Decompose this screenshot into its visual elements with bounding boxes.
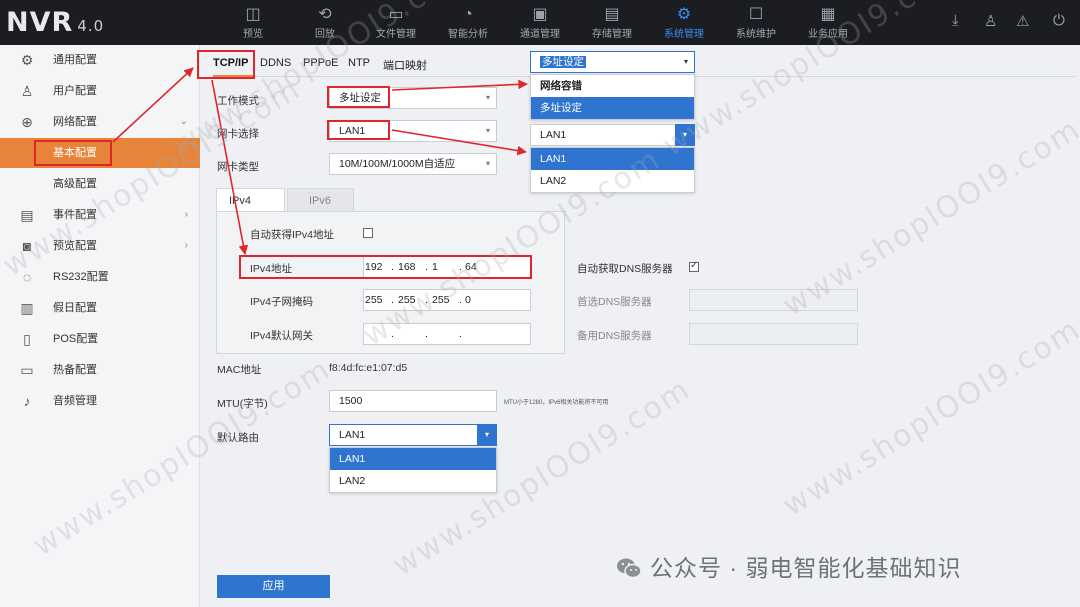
auto-ipv4-checkbox[interactable] (363, 228, 373, 238)
user-icon[interactable]: ♙ (984, 12, 997, 30)
globe-icon: ⊕ (21, 114, 33, 130)
ipv4-mask-label: IPv4子网掩码 (250, 296, 314, 308)
chevron-down-icon: ▾ (683, 57, 688, 66)
gear-icon: ⚙ (676, 6, 692, 23)
annotation-box-basic-config (34, 140, 112, 166)
nav-channel-management[interactable]: ▣ 通道管理 (505, 5, 575, 40)
gear-icon: ⚙ (20, 52, 34, 68)
chevron-down-icon: ▾ (485, 126, 490, 135)
annotation-box-nic (327, 120, 390, 140)
preview-icon: ◫ (245, 6, 261, 23)
tab-port-mapping[interactable]: 端口映射 (383, 57, 427, 73)
ip-dot: . (459, 328, 462, 340)
route-option-lan1[interactable]: LAN1 (330, 448, 496, 470)
calendar-icon: ▥ (20, 300, 34, 316)
audio-icon: ♪ (23, 393, 31, 409)
storage-icon: ▤ (604, 6, 620, 23)
annotation-box-tcpip (197, 50, 255, 79)
mtu-field[interactable]: 1500 (329, 390, 497, 412)
sidebar-item-audio[interactable]: ♪ 音频管理 (0, 386, 200, 416)
user-icon: ♙ (20, 83, 34, 99)
annotation-box-work-mode (327, 86, 390, 108)
channel-icon: ▣ (532, 6, 548, 23)
ip-dot: . (425, 328, 428, 340)
work-mode-option-fault-tolerance[interactable]: 网络容错 (531, 75, 694, 97)
nav-system-maintenance[interactable]: ☐ 系统维护 (721, 5, 791, 40)
dns2-label: 备用DNS服务器 (577, 330, 652, 342)
chevron-right-icon: › (184, 240, 188, 251)
nic-type-select[interactable]: 10M/100M/1000M自适应 ▾ (329, 153, 497, 175)
default-route-select[interactable]: LAN1 ▾ (329, 424, 497, 446)
nav-storage-management[interactable]: ▤ 存储管理 (577, 5, 647, 40)
wechat-caption: 公众号 · 弱电智能化基础知识 (616, 549, 961, 583)
nav-system-management[interactable]: ⚙ 系统管理 (649, 5, 719, 40)
nic-type-label: 网卡类型 (217, 161, 259, 173)
power-icon[interactable]: ⏻ (1053, 12, 1065, 29)
ipv4-mask-octet-1: 255 (365, 294, 383, 306)
work-mode-option-multi-address[interactable]: 多址设定 (531, 97, 694, 119)
chevron-down-icon: ▾ (477, 424, 497, 446)
mac-value: f8:4d:fc:e1:07:d5 (329, 362, 408, 374)
nav-smart-analysis[interactable]: ◔ 智能分析 (433, 5, 503, 40)
tab-ipv4[interactable]: IPv4 (216, 188, 285, 212)
chevron-down-icon: ▾ (485, 93, 490, 102)
nav-preview[interactable]: ◫ 预览 (218, 5, 288, 40)
sidebar-item-pos[interactable]: ▯ POS配置 (0, 324, 200, 354)
wechat-icon (617, 558, 642, 579)
chevron-down-icon: ▾ (485, 159, 490, 168)
auto-dns-checkbox[interactable] (689, 260, 699, 272)
app-logo: NVR 4.0 (6, 7, 105, 38)
chevron-right-icon: › (184, 209, 188, 220)
work-mode-dropdown: 网络容错 多址设定 (530, 74, 695, 120)
analysis-icon: ◔ (463, 6, 473, 23)
ipv4-gateway-label: IPv4默认网关 (250, 330, 314, 342)
alarm-icon[interactable]: ⚠ (1016, 12, 1029, 30)
auto-ipv4-label: 自动获得IPv4地址 (250, 229, 335, 241)
pos-icon: ▯ (23, 331, 31, 347)
default-route-dropdown: LAN1 LAN2 (329, 447, 497, 493)
dns2-field[interactable] (689, 323, 858, 345)
sidebar-item-user[interactable]: ♙ 用户配置 (0, 76, 200, 106)
tab-ipv6[interactable]: IPv6 (287, 188, 354, 212)
event-icon: ▤ (20, 207, 34, 223)
sidebar-item-hotspare[interactable]: ▭ 热备配置 (0, 355, 200, 385)
route-option-lan2[interactable]: LAN2 (330, 470, 496, 492)
hotspare-icon: ▭ (20, 362, 34, 378)
dns1-label: 首选DNS服务器 (577, 296, 652, 308)
mac-label: MAC地址 (217, 364, 262, 376)
auto-dns-label: 自动获取DNS服务器 (577, 263, 673, 275)
maintenance-icon: ☐ (748, 6, 764, 23)
download-icon[interactable]: ⤓ (952, 12, 959, 29)
work-mode-popup-select[interactable]: 多址设定 ▾ (530, 51, 695, 73)
apply-button[interactable]: 应用 (217, 575, 330, 598)
sidebar-item-holiday[interactable]: ▥ 假日配置 (0, 293, 200, 323)
sidebar-item-general[interactable]: ⚙ 通用配置 (0, 45, 200, 75)
mtu-note: MTU小于1280，IPv6相关功能将不可用 (504, 400, 609, 406)
